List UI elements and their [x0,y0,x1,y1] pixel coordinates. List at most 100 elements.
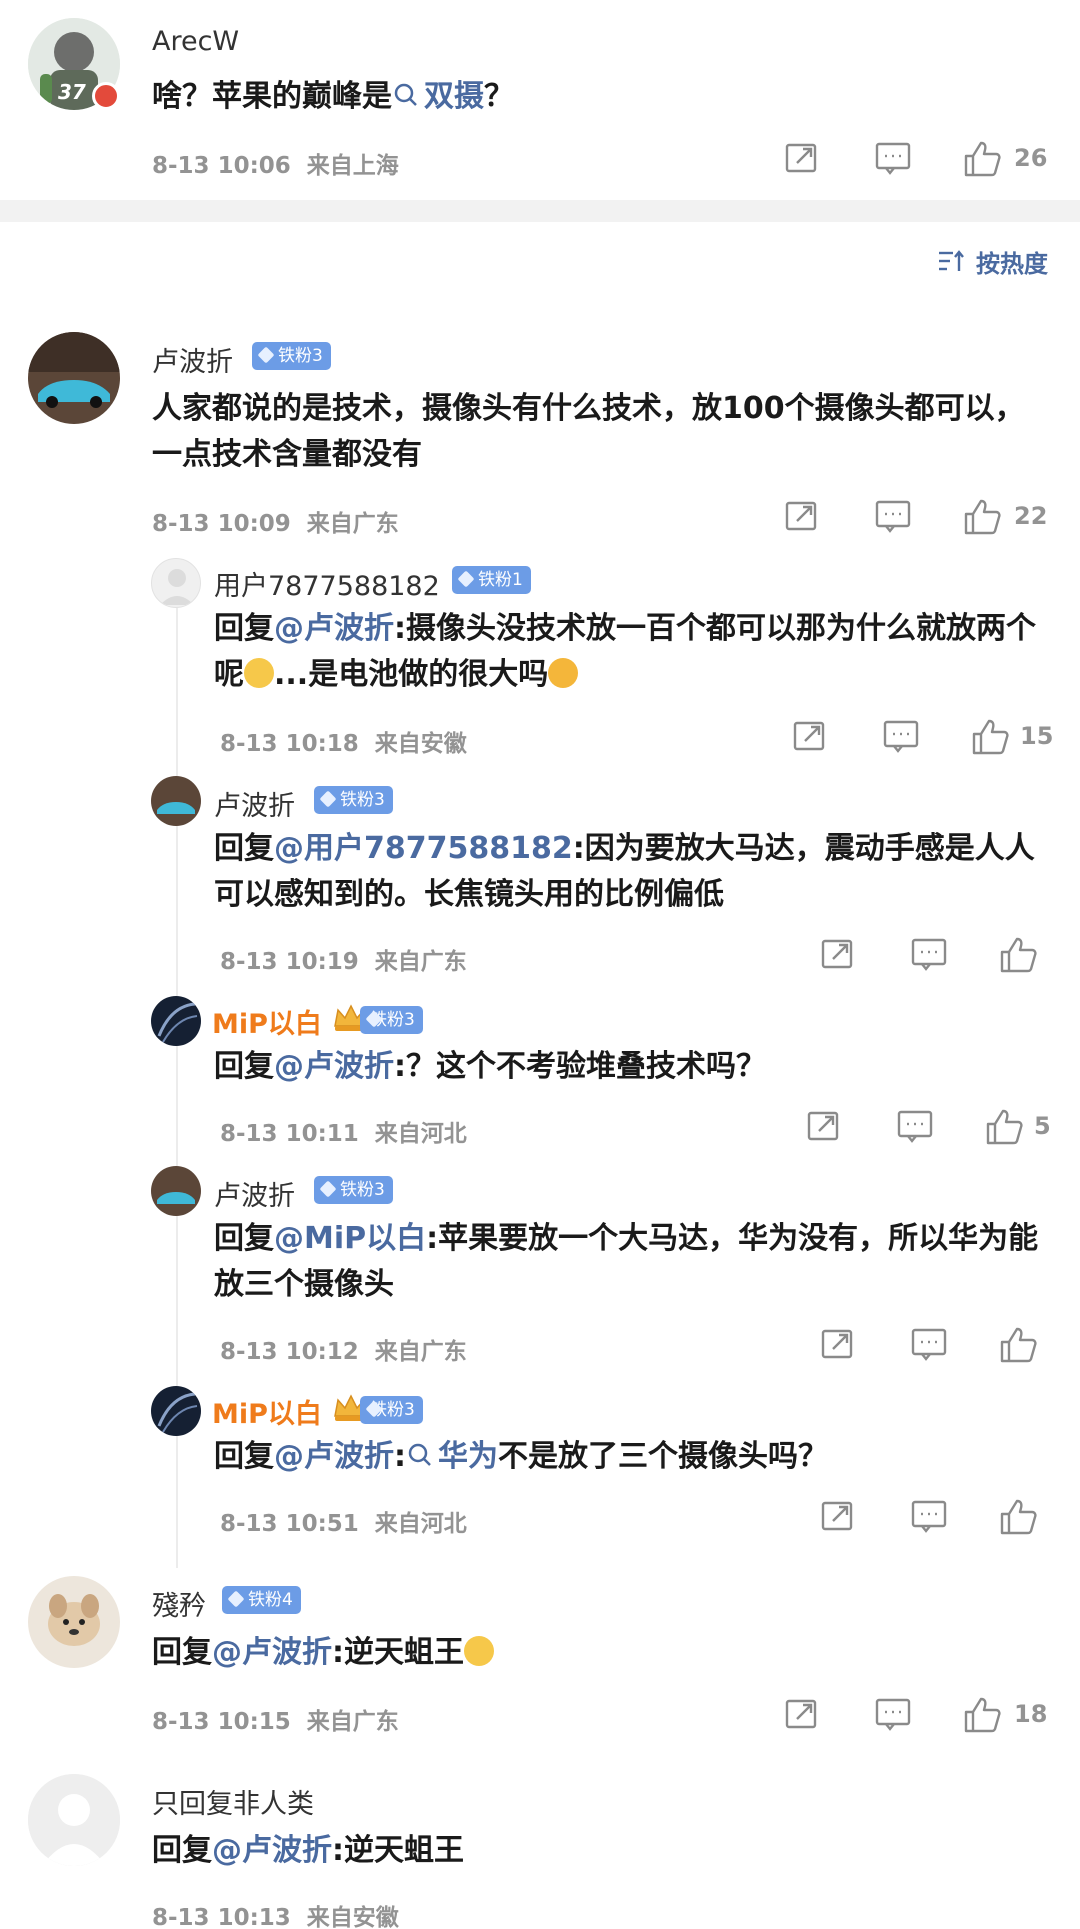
comment-meta: 8-13 10:13 来自安徽 [152,1905,399,1929]
comment-button[interactable] [910,1326,948,1366]
share-button[interactable] [792,718,828,758]
username[interactable]: 卢波折 [214,784,295,823]
reply-text: 回复@卢波折: 华为不是放了三个摄像头吗？ [214,1439,828,1474]
verified-badge-icon [92,82,120,110]
username[interactable]: MiP以白 [212,1392,322,1431]
comment-actions: 26 [784,140,1054,180]
like-button[interactable] [984,1108,1024,1148]
comment-icon [883,720,919,753]
share-button[interactable] [820,1498,856,1538]
like-count: 18 [1014,1700,1048,1728]
like-icon [972,719,1009,755]
avatar[interactable] [151,558,201,608]
like-button[interactable] [998,936,1038,976]
fan-badge: 铁粉3 [252,342,331,370]
username[interactable]: 殘矜 [152,1584,206,1623]
like-button[interactable] [962,140,1002,180]
username[interactable]: MiP以白 [212,1002,322,1041]
like-icon [986,1109,1023,1145]
avatar[interactable] [151,1166,201,1216]
avatar[interactable] [28,332,120,424]
mention-link[interactable]: @卢波折 [212,1833,332,1868]
laughing-emoji-icon [548,658,579,688]
like-icon [1000,1327,1037,1363]
topic-link[interactable]: 华为 [406,1439,498,1474]
reply-actions [820,936,1050,976]
share-button[interactable] [820,936,856,976]
comment-meta: 8-13 10:09 来自广东 [152,511,399,537]
username[interactable]: ArecW [152,26,239,57]
comment-button[interactable] [896,1108,934,1148]
comment-button[interactable] [874,498,912,538]
reply-text: 回复@卢波折:摄像头没技术放一百个都可以那为什么就放两个呢 ...是电池做的很大吗 [214,611,1036,692]
share-icon [821,1329,853,1359]
fan-badge: 铁粉4 [222,1586,301,1614]
comment-actions: 22 [784,498,1054,538]
share-icon [821,1501,853,1531]
like-count: 22 [1014,502,1048,530]
share-button[interactable] [784,498,820,538]
comment-button[interactable] [882,718,920,758]
share-icon [785,143,817,173]
mention-link[interactable]: @卢波折 [274,1049,394,1084]
tongue-emoji-icon [464,1636,494,1666]
avatar[interactable] [151,996,201,1046]
mention-link[interactable]: @卢波折 [212,1635,332,1670]
share-button[interactable] [784,140,820,180]
share-button[interactable] [806,1108,842,1148]
sort-icon [939,250,964,271]
like-button[interactable] [998,1326,1038,1366]
username[interactable]: 用户7877588182 [214,564,440,603]
avatar[interactable] [151,1386,201,1436]
mention-link[interactable]: @卢波折 [274,1439,394,1474]
avatar[interactable] [28,1576,120,1668]
username[interactable]: 只回复非人类 [152,1782,314,1821]
share-button[interactable] [820,1326,856,1366]
comment-icon [875,142,911,175]
share-icon [785,1699,817,1729]
fan-badge: 铁粉1 [452,566,531,594]
like-count: 15 [1020,722,1054,750]
search-icon [408,1443,431,1466]
comment-button[interactable] [874,1696,912,1736]
reply-actions: 5 [806,1108,1056,1148]
comment-button[interactable] [910,936,948,976]
sort-button[interactable]: 按热度 [939,244,1048,278]
comment-text: 回复@卢波折:逆天蛆王 [152,1833,464,1868]
topic-link[interactable]: 双摄 [392,79,484,114]
comment-icon [911,1328,947,1361]
reply-text: 回复@卢波折:？这个不考验堆叠技术吗？ [214,1049,766,1084]
like-icon [1000,1499,1037,1535]
avatar[interactable] [151,776,201,826]
share-button[interactable] [784,1696,820,1736]
comment-text: 人家都说的是技术，摄像头有什么技术，放100个摄像头都可以，一点技术含量都没有 [152,391,1025,472]
sort-label: 按热度 [976,250,1048,278]
comment-button[interactable] [874,140,912,180]
share-icon [785,501,817,531]
mention-link[interactable]: @卢波折 [274,611,394,646]
mention-link[interactable]: @MiP以白 [274,1221,426,1256]
like-button[interactable] [962,1696,1002,1736]
search-icon [394,83,417,106]
comment-item: 37 ArecW 啥？苹果的巅峰是 双摄？ 8-13 10:06 来自上海 26 [0,0,1080,179]
comment-meta: 8-13 10:06 来自上海 [152,153,399,179]
like-button[interactable] [998,1498,1038,1538]
like-button[interactable] [970,718,1010,758]
username[interactable]: 卢波折 [214,1174,295,1213]
fan-badge: 铁粉3 [314,786,393,814]
like-icon [964,499,1001,535]
comment-icon [897,1110,933,1143]
fan-badge: 铁粉3 [360,1396,423,1424]
reply-text: 回复@MiP以白:苹果要放一个大马达，华为没有，所以华为能 放三个摄像头 [214,1221,1039,1302]
fan-badge: 铁粉3 [360,1006,423,1034]
comment-actions: 18 [784,1696,1054,1736]
reply-actions: 15 [792,718,1054,758]
username[interactable]: 卢波折 [152,340,233,379]
reply-meta: 8-13 10:18 来自安徽 [220,731,467,757]
share-icon [807,1111,839,1141]
like-button[interactable] [962,498,1002,538]
comment-button[interactable] [910,1498,948,1538]
avatar[interactable] [28,1774,120,1866]
mention-link[interactable]: @用户7877588182 [274,831,573,866]
like-icon [964,141,1001,177]
